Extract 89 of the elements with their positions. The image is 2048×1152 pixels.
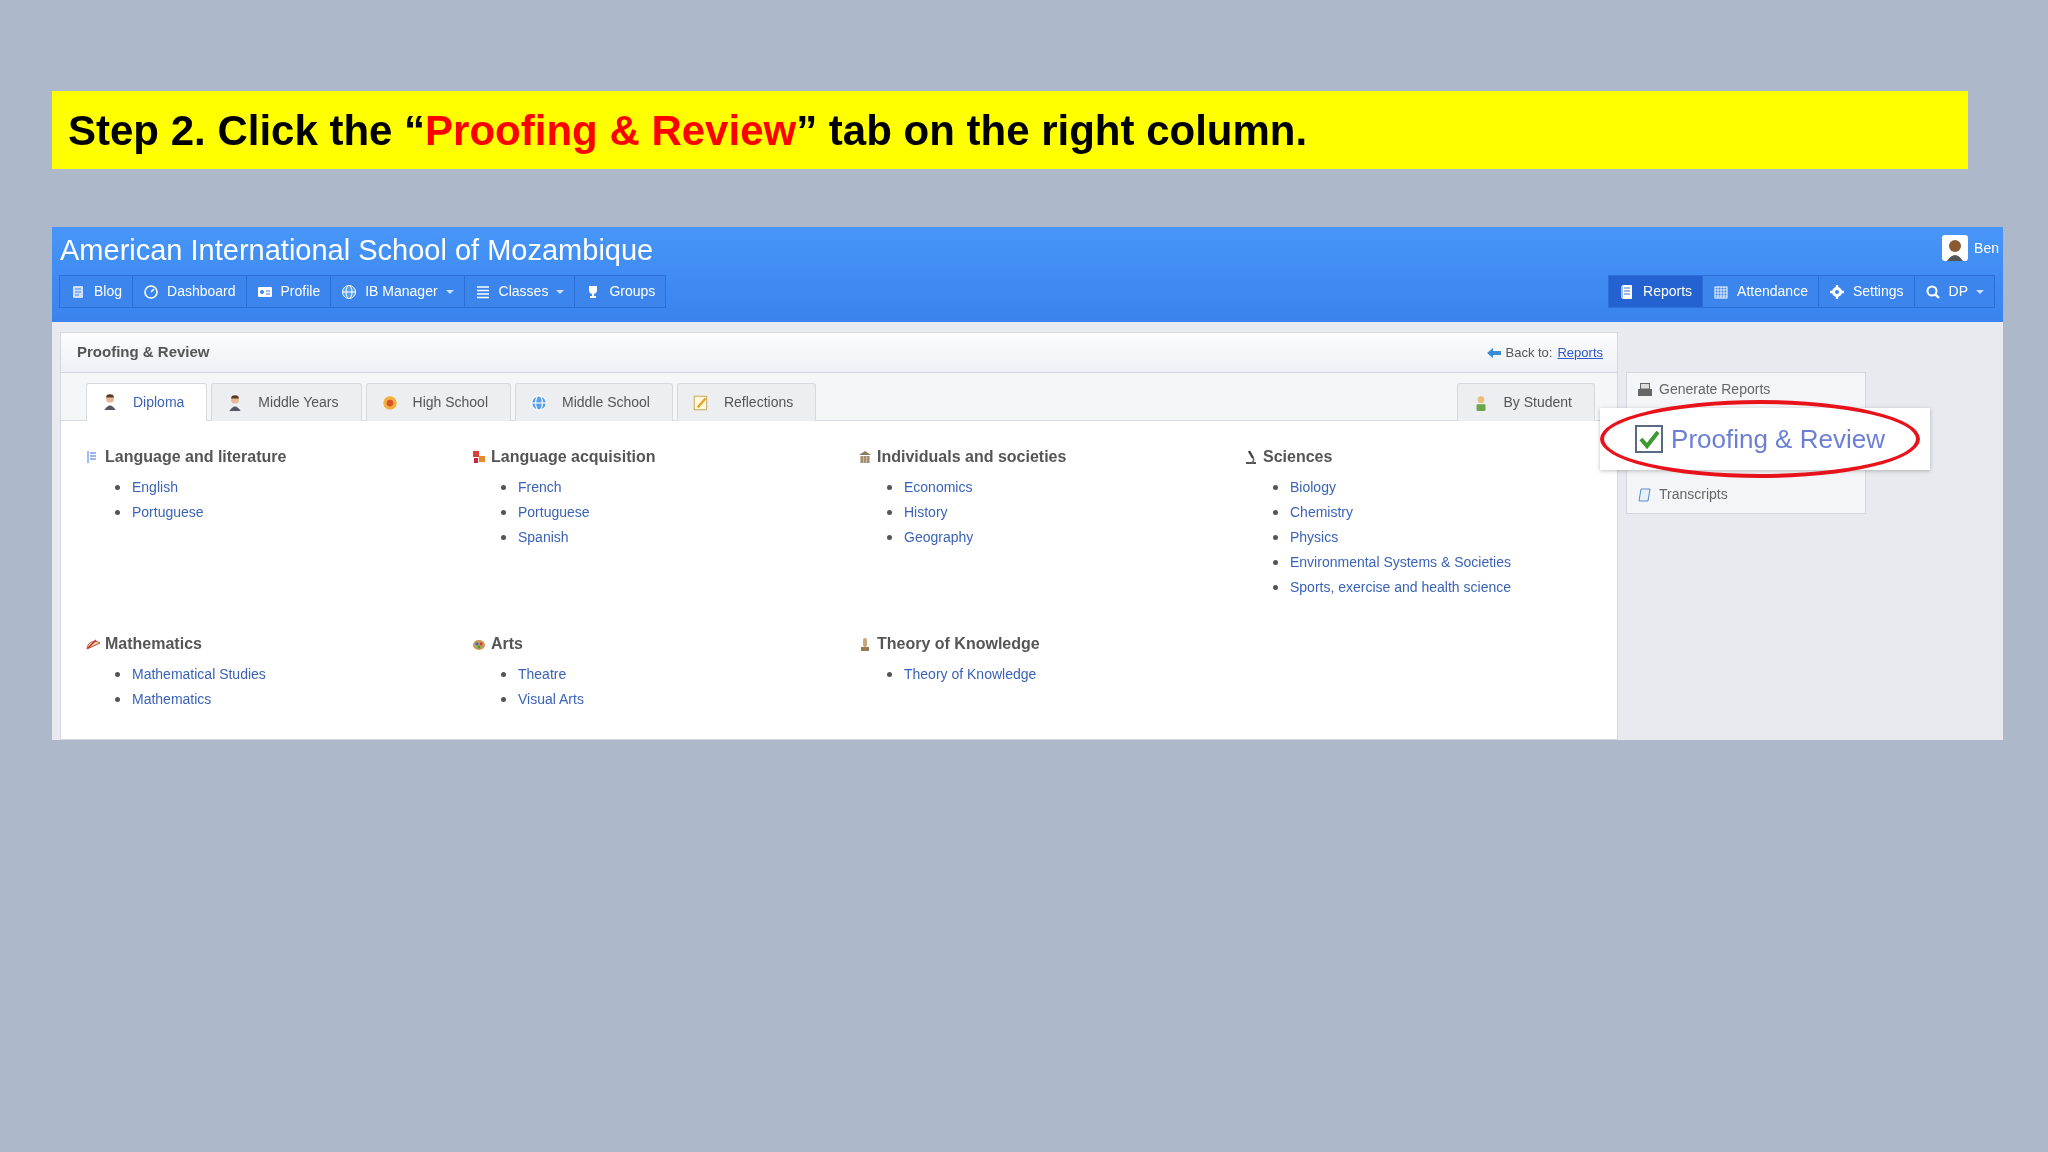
tab[interactable]: Diploma — [86, 383, 208, 421]
medal-icon — [380, 393, 399, 412]
side-menu-item[interactable]: Transcripts — [1637, 484, 1855, 505]
subject-link[interactable]: French — [518, 475, 562, 500]
side-menu-item[interactable]: Generate Reports — [1637, 379, 1855, 400]
bullet-icon — [501, 697, 506, 702]
subject-link[interactable]: Mathematics — [132, 687, 212, 712]
avatar-icon — [1942, 235, 1969, 261]
pencil-icon — [691, 393, 710, 412]
bullet-icon — [1273, 485, 1278, 490]
nav-button[interactable]: Attendance — [1702, 275, 1819, 308]
globe-icon — [341, 283, 358, 300]
subject-link[interactable]: Spanish — [518, 525, 569, 550]
tab[interactable]: Middle School — [515, 383, 673, 421]
subject-link[interactable]: Portuguese — [518, 500, 590, 525]
group-heading: Individuals and societies — [877, 447, 1067, 467]
panel-title: Proofing & Review — [77, 342, 210, 363]
bullet-icon — [115, 485, 120, 490]
document-icon — [1637, 486, 1653, 503]
subject-link[interactable]: Portuguese — [132, 500, 204, 525]
caret-icon — [1976, 289, 1984, 294]
tab[interactable]: By Student — [1456, 383, 1595, 421]
bullet-icon — [501, 510, 506, 515]
user-name[interactable]: Ben — [1974, 237, 2003, 259]
group-heading: Arts — [491, 634, 523, 654]
back-label: Back to: — [1505, 343, 1553, 362]
bullet-icon — [115, 672, 120, 677]
menu-item-label[interactable]: Proofing & Review — [1671, 419, 1885, 459]
subject-link[interactable]: Biology — [1290, 475, 1336, 500]
group-heading: Mathematics — [105, 634, 202, 654]
caret-icon — [445, 289, 454, 294]
microscope-icon — [1243, 449, 1259, 465]
tab[interactable]: High School — [365, 383, 512, 421]
tab[interactable]: Reflections — [676, 383, 817, 421]
bullet-icon — [501, 485, 506, 490]
nav-button[interactable]: Profile — [245, 275, 332, 308]
group-heading: Sciences — [1263, 447, 1333, 467]
building-icon — [857, 449, 873, 465]
subject-link[interactable]: Geography — [904, 525, 974, 550]
bullet-icon — [501, 672, 506, 677]
gauge-icon — [143, 283, 160, 300]
instruction-text: Step 2. Click the “Proofing & Review” tab on the right column. — [68, 105, 1308, 156]
subject-link[interactable]: Visual Arts — [518, 687, 584, 712]
bullet-icon — [1273, 535, 1278, 540]
subject-link[interactable]: Environmental Systems & Societies — [1290, 550, 1511, 575]
nav-button[interactable]: Classes — [463, 275, 576, 308]
nav-button[interactable]: Reports — [1608, 275, 1704, 308]
list-icon — [474, 283, 491, 300]
bullet-icon — [1273, 510, 1278, 515]
subject-link[interactable]: Theory of Knowledge — [904, 662, 1037, 687]
subject-link[interactable]: Physics — [1290, 525, 1339, 550]
subject-link[interactable]: Chemistry — [1290, 500, 1353, 525]
subject-link[interactable]: English — [132, 475, 178, 500]
back-link[interactable]: Reports — [1557, 342, 1603, 363]
group-heading: Language acquisition — [491, 447, 656, 467]
calendar-icon — [1713, 283, 1730, 300]
nav-button[interactable]: Groups — [574, 275, 667, 308]
bullet-icon — [887, 485, 892, 490]
nav-button[interactable]: Blog — [59, 275, 134, 308]
school-name: American International School of Mozambique — [60, 233, 654, 268]
bullet-icon — [115, 697, 120, 702]
subject-link[interactable]: Sports, exercise and health science — [1290, 575, 1511, 600]
bullet-icon — [115, 510, 120, 515]
bullet-icon — [501, 535, 506, 540]
group-heading: Language and literature — [105, 447, 287, 467]
bullet-icon — [1273, 560, 1278, 565]
bullet-icon — [887, 672, 892, 677]
puzzle-icon — [471, 449, 487, 465]
nav-button[interactable]: DP — [1913, 275, 1995, 308]
checkbox-icon[interactable] — [1635, 425, 1664, 453]
printer-icon — [1637, 381, 1653, 398]
bullet-icon — [887, 510, 892, 515]
search-icon — [1924, 283, 1941, 300]
nav-button[interactable]: IB Manager — [330, 275, 465, 308]
subject-link[interactable]: Theatre — [518, 662, 567, 687]
back-arrow-icon — [1486, 346, 1501, 359]
subject-link[interactable]: Mathematical Studies — [132, 662, 266, 687]
subject-link[interactable]: History — [904, 500, 948, 525]
bullet-icon — [1273, 585, 1278, 590]
settings-icon — [1828, 283, 1845, 300]
tab[interactable]: Middle Years — [211, 383, 362, 421]
bullet-icon — [887, 535, 892, 540]
subject-link[interactable]: Economics — [904, 475, 973, 500]
globe-icon — [530, 393, 549, 412]
caret-icon — [556, 289, 565, 294]
group-heading: Theory of Knowledge — [877, 634, 1040, 654]
nav-button[interactable]: Settings — [1817, 275, 1915, 308]
nav-button[interactable]: Dashboard — [132, 275, 247, 308]
notebook-icon — [70, 283, 86, 300]
